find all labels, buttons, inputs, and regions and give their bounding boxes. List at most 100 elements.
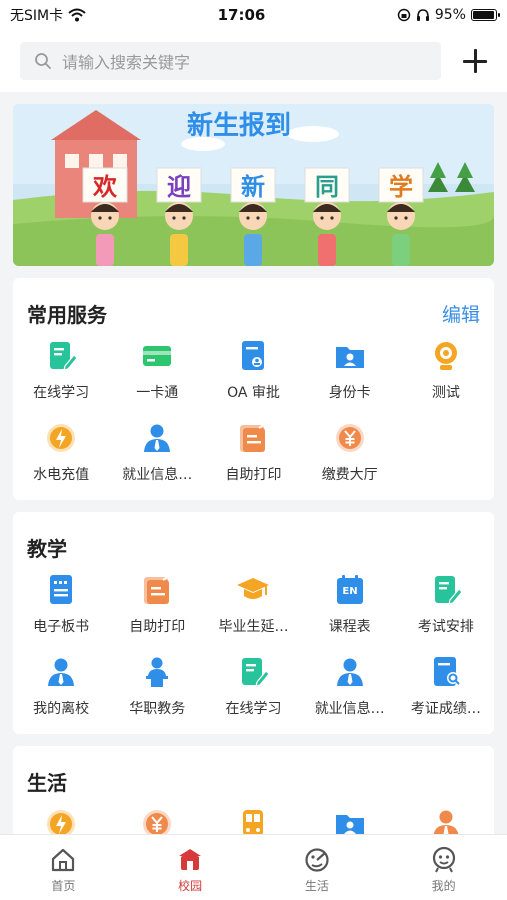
service-tile[interactable]: 毕业生延…: [205, 564, 301, 646]
webcam-icon: [428, 338, 464, 374]
search-icon: [35, 53, 51, 69]
print-doc-icon: [139, 572, 175, 608]
tab-campus[interactable]: 校园: [127, 835, 254, 900]
section-title-services: 常用服务: [27, 302, 107, 327]
life-icon: [305, 848, 329, 872]
service-tile[interactable]: 身份卡: [302, 330, 398, 412]
tab-home[interactable]: 首页: [0, 835, 127, 900]
service-tile[interactable]: 一卡通: [109, 330, 205, 412]
calendar-en-icon: EN: [332, 572, 368, 608]
edit-doc-icon: [235, 654, 271, 690]
status-bar: 无SIM卡 17:06 95%: [0, 0, 507, 30]
service-tile[interactable]: 测试: [398, 330, 494, 412]
banner-sign-char: 同: [315, 173, 339, 201]
service-tile[interactable]: 在线学习: [13, 330, 109, 412]
tab-label: 校园: [178, 879, 203, 893]
profile-icon: [432, 846, 455, 873]
service-tile-label: 测试: [431, 385, 460, 401]
battery-icon: [470, 9, 500, 21]
tab-label: 首页: [51, 879, 76, 893]
flame-icon: [43, 420, 79, 456]
section-title-life: 生活: [27, 770, 67, 795]
teaching-grid: 电子板书 自助打印 毕业生延… EN 课程表 考试安排我的离校 华职教务 在线学习 就业信息… 考…: [13, 564, 494, 728]
yuan-coin-icon: [332, 420, 368, 456]
teaching-card: 教学 电子板书 自助打印 毕业生延… EN 课程表 考试安排我的离校 华职教务 在线学习 就业信…: [13, 512, 494, 734]
podium-person-icon: [139, 654, 175, 690]
service-tile-label: OA 审批: [227, 385, 280, 401]
service-tile-label: 就业信息…: [314, 701, 385, 717]
service-tile-label: 一卡通: [136, 385, 179, 401]
person-tie-icon: [43, 654, 79, 690]
service-tile[interactable]: 自助打印: [109, 564, 205, 646]
status-time: 17:06: [217, 6, 266, 24]
tab-life[interactable]: 生活: [254, 835, 381, 900]
id-card-icon: [332, 338, 368, 374]
service-tile[interactable]: 自助打印: [205, 412, 301, 494]
campus-icon: [179, 849, 202, 870]
service-tile-label: 课程表: [328, 619, 371, 635]
service-tile[interactable]: 就业信息…: [109, 412, 205, 494]
headphones-icon: [416, 9, 429, 21]
service-tile[interactable]: 电子板书: [13, 564, 109, 646]
services-grid: 在线学习 一卡通 OA 审批 身份卡 测试水电充值 就业信息… 自助打印 缴费大厅: [13, 330, 494, 494]
wifi-icon: [68, 8, 86, 22]
edit-doc-icon: [428, 572, 464, 608]
banner-sign-char: 新: [241, 173, 265, 201]
service-tile-label: 缴费大厅: [321, 467, 378, 483]
tab-label: 生活: [304, 879, 329, 893]
service-tile-label: 我的离校: [33, 701, 90, 717]
service-tile[interactable]: 考证成绩…: [398, 646, 494, 728]
service-tile-label: 在线学习: [33, 385, 90, 401]
add-button[interactable]: [461, 47, 489, 75]
print-doc-icon: [235, 420, 271, 456]
search-placeholder: 请输入搜索关键字: [62, 53, 191, 72]
service-tile[interactable]: 就业信息…: [302, 646, 398, 728]
bottom-tab-bar: 首页 校园 生活 我的: [0, 834, 507, 900]
service-tile-label: 毕业生延…: [218, 619, 289, 635]
service-tile-label: 就业信息…: [122, 467, 193, 483]
service-tile[interactable]: 考试安排: [398, 564, 494, 646]
grad-cap-icon: [235, 572, 271, 608]
banner-sign-char: 学: [389, 173, 413, 201]
person-tie-icon: [332, 654, 368, 690]
welcome-banner[interactable]: 新生报到 欢 迎 新 同 学: [13, 104, 494, 266]
section-title-teaching: 教学: [27, 536, 67, 561]
service-tile[interactable]: 水电充值: [13, 412, 109, 494]
home-icon: [52, 848, 75, 872]
service-tile[interactable]: EN 课程表: [302, 564, 398, 646]
card-icon: [139, 338, 175, 374]
service-tile[interactable]: OA 审批: [205, 330, 301, 412]
service-tile-label: 电子板书: [33, 619, 90, 635]
service-tile-label: 自助打印: [225, 467, 282, 483]
edit-doc-icon: [43, 338, 79, 374]
service-tile-label: 考试安排: [417, 619, 474, 635]
tab-label: 我的: [431, 879, 456, 893]
service-tile-label: 身份卡: [328, 385, 371, 401]
banner-illustration: 新生报到 欢 迎 新 同 学: [13, 104, 494, 266]
approval-doc-icon: [235, 338, 271, 374]
battery-percent: 95%: [434, 7, 466, 23]
banner-sign-char: 欢: [92, 173, 118, 201]
service-tile[interactable]: 在线学习: [205, 646, 301, 728]
service-tile-label: 在线学习: [225, 701, 282, 717]
service-tile-label: 自助打印: [129, 619, 186, 635]
search-doc-icon: [428, 654, 464, 690]
edit-button[interactable]: 编辑: [442, 300, 480, 327]
service-tile[interactable]: 华职教务: [109, 646, 205, 728]
search-input[interactable]: 请输入搜索关键字: [20, 42, 441, 80]
banner-sign-char: 迎: [167, 173, 191, 201]
service-tile[interactable]: 我的离校: [13, 646, 109, 728]
service-tile-label: 水电充值: [33, 467, 90, 483]
svg-text:EN: EN: [342, 586, 357, 597]
tab-profile[interactable]: 我的: [380, 835, 507, 900]
person-tie-icon: [139, 420, 175, 456]
service-tile-label: 考证成绩…: [410, 701, 481, 717]
board-doc-icon: [43, 572, 79, 608]
top-bar: 请输入搜索关键字: [0, 30, 507, 92]
common-services-card: 常用服务 编辑 在线学习 一卡通 OA 审批 身份卡 测试水电充值 就业信息… 自助打印 缴费…: [13, 278, 494, 500]
service-tile-label: 华职教务: [129, 701, 186, 717]
banner-title: 新生报到: [187, 110, 291, 141]
service-tile[interactable]: 缴费大厅: [302, 412, 398, 494]
orientation-lock-icon: [397, 8, 411, 22]
carrier-label: 无SIM卡: [10, 8, 64, 24]
